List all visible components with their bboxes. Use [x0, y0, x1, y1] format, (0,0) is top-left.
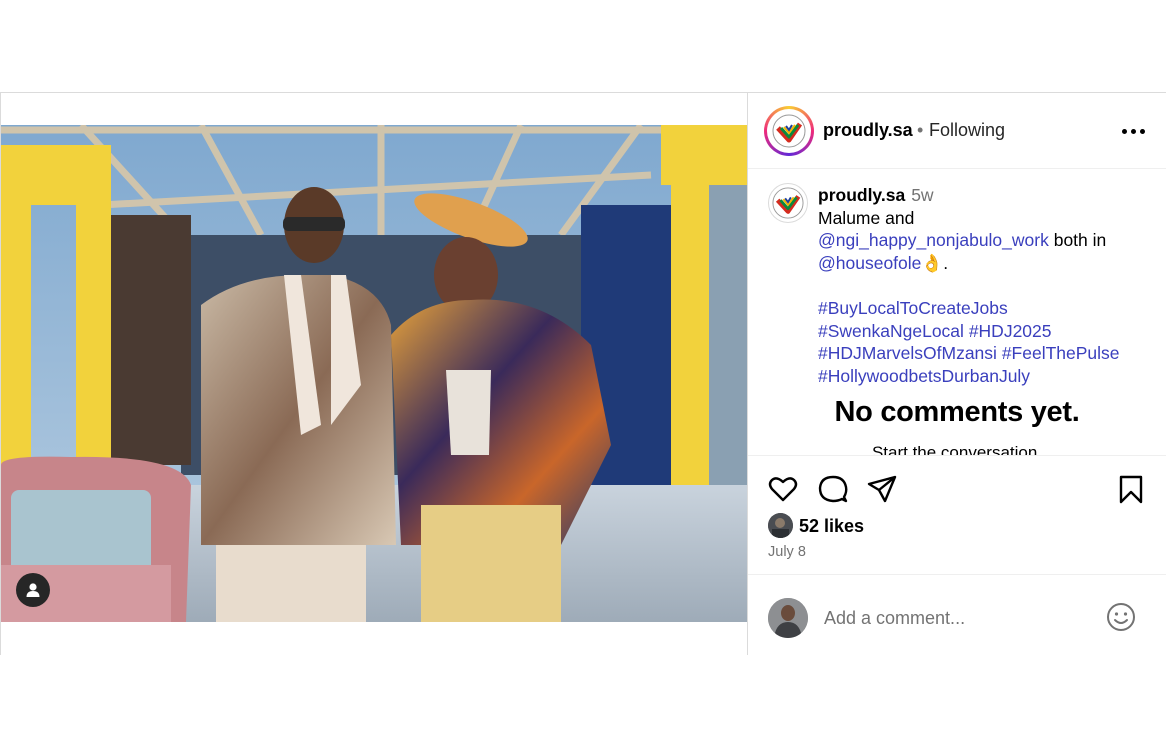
hashtag-link[interactable]: #HollywoodbetsDurbanJuly — [818, 366, 1030, 386]
post-actions: 52 likes July 8 — [748, 455, 1166, 573]
follow-status-button[interactable]: Following — [929, 120, 1005, 141]
hashtag-link[interactable]: #HDJ2025 — [969, 321, 1052, 341]
mention-link[interactable]: @ngi_happy_nonjabulo_work — [818, 230, 1049, 250]
hashtag-link[interactable]: #HDJMarvelsOfMzansi — [818, 343, 997, 363]
add-comment-bar — [748, 574, 1166, 655]
caption-period: . — [943, 252, 949, 273]
user-tag-icon[interactable] — [16, 573, 50, 607]
comments-section: proudly.sa 5w Malume and @ngi_happy_nonja… — [748, 170, 1166, 455]
start-conversation-text: Start the conversation. — [871, 443, 1043, 455]
paper-plane-icon[interactable] — [866, 473, 898, 505]
profile-avatar-ring[interactable] — [764, 106, 814, 156]
liker-avatar[interactable] — [768, 513, 793, 538]
heart-icon[interactable] — [767, 473, 799, 505]
profile-avatar — [767, 109, 811, 153]
post-date[interactable]: July 8 — [768, 544, 806, 560]
post-header: proudly.sa • Following — [748, 93, 1166, 169]
hashtag-link[interactable]: #FeelThePulse — [1002, 343, 1120, 363]
separator-dot: • — [917, 120, 924, 140]
caption-avatar[interactable] — [768, 183, 808, 223]
no-comments-title: No comments yet. — [834, 396, 1080, 428]
proudly-sa-logo-icon — [772, 114, 806, 148]
comment-bubble-icon[interactable] — [817, 473, 849, 505]
proudly-sa-logo-icon — [772, 187, 804, 219]
caption-timestamp[interactable]: 5w — [911, 185, 933, 205]
post-image — [1, 125, 747, 622]
emoji-smile-icon[interactable] — [1105, 601, 1137, 633]
hashtag-link[interactable]: #SwenkaNgeLocal — [818, 321, 964, 341]
more-options-icon[interactable] — [1118, 121, 1148, 141]
caption-fragment: both in — [1048, 230, 1107, 251]
ok-hand-emoji: 👌 — [921, 252, 944, 273]
current-user-avatar — [768, 598, 808, 638]
hashtag-link[interactable]: #BuyLocalToCreateJobs — [818, 298, 1008, 318]
caption-username-link[interactable]: proudly.sa — [818, 185, 905, 205]
caption-line: Malume and — [818, 207, 915, 228]
comment-input[interactable] — [824, 604, 1094, 632]
caption-text: proudly.sa 5w Malume and @ngi_happy_nonja… — [818, 184, 1148, 387]
header-username-link[interactable]: proudly.sa — [823, 120, 913, 141]
post-photo[interactable] — [1, 125, 747, 622]
likes-count[interactable]: 52 likes — [799, 516, 864, 537]
bookmark-icon[interactable] — [1115, 473, 1147, 505]
mention-link[interactable]: @houseofole — [818, 253, 921, 273]
